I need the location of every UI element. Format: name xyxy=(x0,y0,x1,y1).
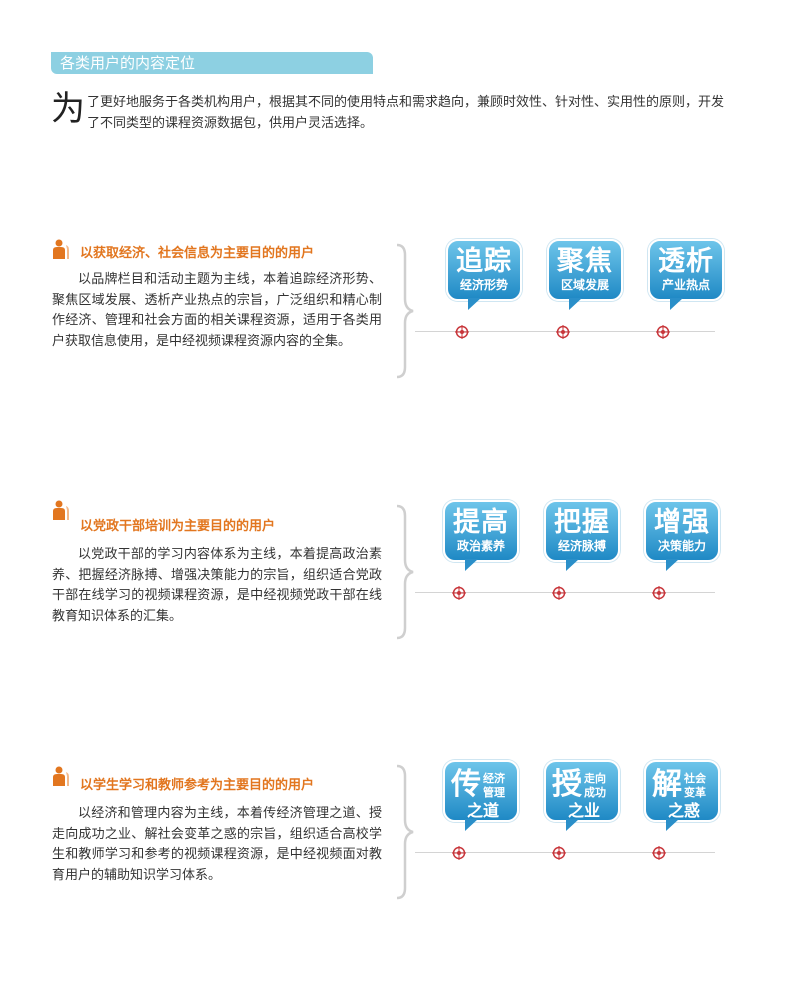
keyword-card: 传 经济 管理 之道 xyxy=(443,760,519,831)
target-icon xyxy=(452,846,466,860)
section-title: 以党政干部培训为主要目的的用户 xyxy=(80,519,276,534)
section-body: 以党政干部的学习内容体系为主线，本着提高政治素养、把握经济脉搏、增强决策能力的宗… xyxy=(52,547,382,624)
user-section-cadre: 以党政干部培训为主要目的的用户 以党政干部的学习内容体系为主线，本着提高政治素养… xyxy=(0,500,800,660)
intro-paragraph: 为 了更好地服务于各类机构用户，根据其不同的使用特点和需求趋向，兼顾时效性、针对… xyxy=(51,92,731,134)
card-keyword: 追踪 xyxy=(456,246,512,277)
card-subtitle: 走向 成功 xyxy=(584,772,606,800)
section-body: 以品牌栏目和活动主题为主线，本着追踪经济形势、聚焦区域发展、透析产业热点的宗旨，… xyxy=(52,272,382,349)
card-keyword: 聚焦 xyxy=(557,246,613,277)
person-icon xyxy=(53,239,69,259)
keyword-card: 授 走向 成功 之业 xyxy=(544,760,620,831)
card-subtitle: 决策能力 xyxy=(657,539,706,553)
card-subtitle-line: 管理 xyxy=(483,786,505,799)
card-subtitle: 社会 变革 xyxy=(684,772,706,800)
drop-cap: 为 xyxy=(51,89,85,129)
card-subtitle-line: 变革 xyxy=(684,786,706,799)
card-subtitle: 产业热点 xyxy=(661,278,710,292)
card-keyword: 提高 xyxy=(453,507,509,538)
card-keyword: 传 xyxy=(451,767,481,802)
card-subtitle-line: 走向 xyxy=(584,772,606,785)
target-icon xyxy=(552,586,566,600)
intro-text: 了更好地服务于各类机构用户，根据其不同的使用特点和需求趋向，兼顾时效性、针对性、… xyxy=(87,95,725,131)
keyword-card: 解 社会 变革 之惑 xyxy=(644,760,720,831)
card-subtitle: 政治素养 xyxy=(456,539,505,553)
page-title: 各类用户的内容定位 xyxy=(60,54,196,72)
target-icon xyxy=(455,325,469,339)
section-title-bar: 各类用户的内容定位 xyxy=(51,52,373,74)
section-title: 以学生学习和教师参考为主要目的的用户 xyxy=(80,778,315,793)
section-body: 以经济和管理内容为主线，本着传经济管理之道、授走向成功之业、解社会变革之惑的宗旨… xyxy=(52,806,382,883)
card-subtitle-line: 成功 xyxy=(584,786,606,799)
card-keyword: 透析 xyxy=(658,246,714,277)
brace-icon xyxy=(396,504,414,640)
card-subtitle: 区域发展 xyxy=(560,278,609,292)
target-icon xyxy=(652,846,666,860)
brace-icon xyxy=(396,764,414,900)
card-suffix: 之业 xyxy=(568,801,601,820)
target-icon xyxy=(452,586,466,600)
card-subtitle: 经济 管理 xyxy=(483,772,505,800)
card-keyword: 把握 xyxy=(554,507,610,538)
card-suffix: 之道 xyxy=(467,801,500,820)
target-icon xyxy=(652,586,666,600)
keyword-card: 把握 经济脉搏 xyxy=(544,500,620,571)
person-icon xyxy=(53,766,69,786)
card-keyword: 解 xyxy=(652,767,682,802)
keyword-card: 追踪 经济形势 xyxy=(446,239,522,310)
target-icon xyxy=(656,325,670,339)
target-icon xyxy=(556,325,570,339)
keyword-card: 提高 政治素养 xyxy=(443,500,519,571)
person-icon xyxy=(53,500,69,520)
card-subtitle: 经济脉搏 xyxy=(557,539,606,553)
target-icon xyxy=(552,846,566,860)
keyword-card: 增强 决策能力 xyxy=(644,500,720,571)
card-subtitle-line: 经济 xyxy=(483,772,505,785)
card-keyword: 授 xyxy=(552,767,582,802)
card-subtitle: 经济形势 xyxy=(459,278,508,292)
user-section-info: 以获取经济、社会信息为主要目的的用户 以品牌栏目和活动主题为主线，本着追踪经济形… xyxy=(0,239,800,399)
brace-icon xyxy=(396,243,414,379)
card-suffix: 之惑 xyxy=(668,801,701,820)
keyword-card: 聚焦 区域发展 xyxy=(547,239,623,310)
card-subtitle-line: 社会 xyxy=(684,772,706,785)
section-title: 以获取经济、社会信息为主要目的的用户 xyxy=(80,246,315,261)
keyword-card: 透析 产业热点 xyxy=(648,239,724,310)
user-section-education: 以学生学习和教师参考为主要目的的用户 以经济和管理内容为主线，本着传经济管理之道… xyxy=(0,760,800,920)
card-keyword: 增强 xyxy=(654,507,710,538)
